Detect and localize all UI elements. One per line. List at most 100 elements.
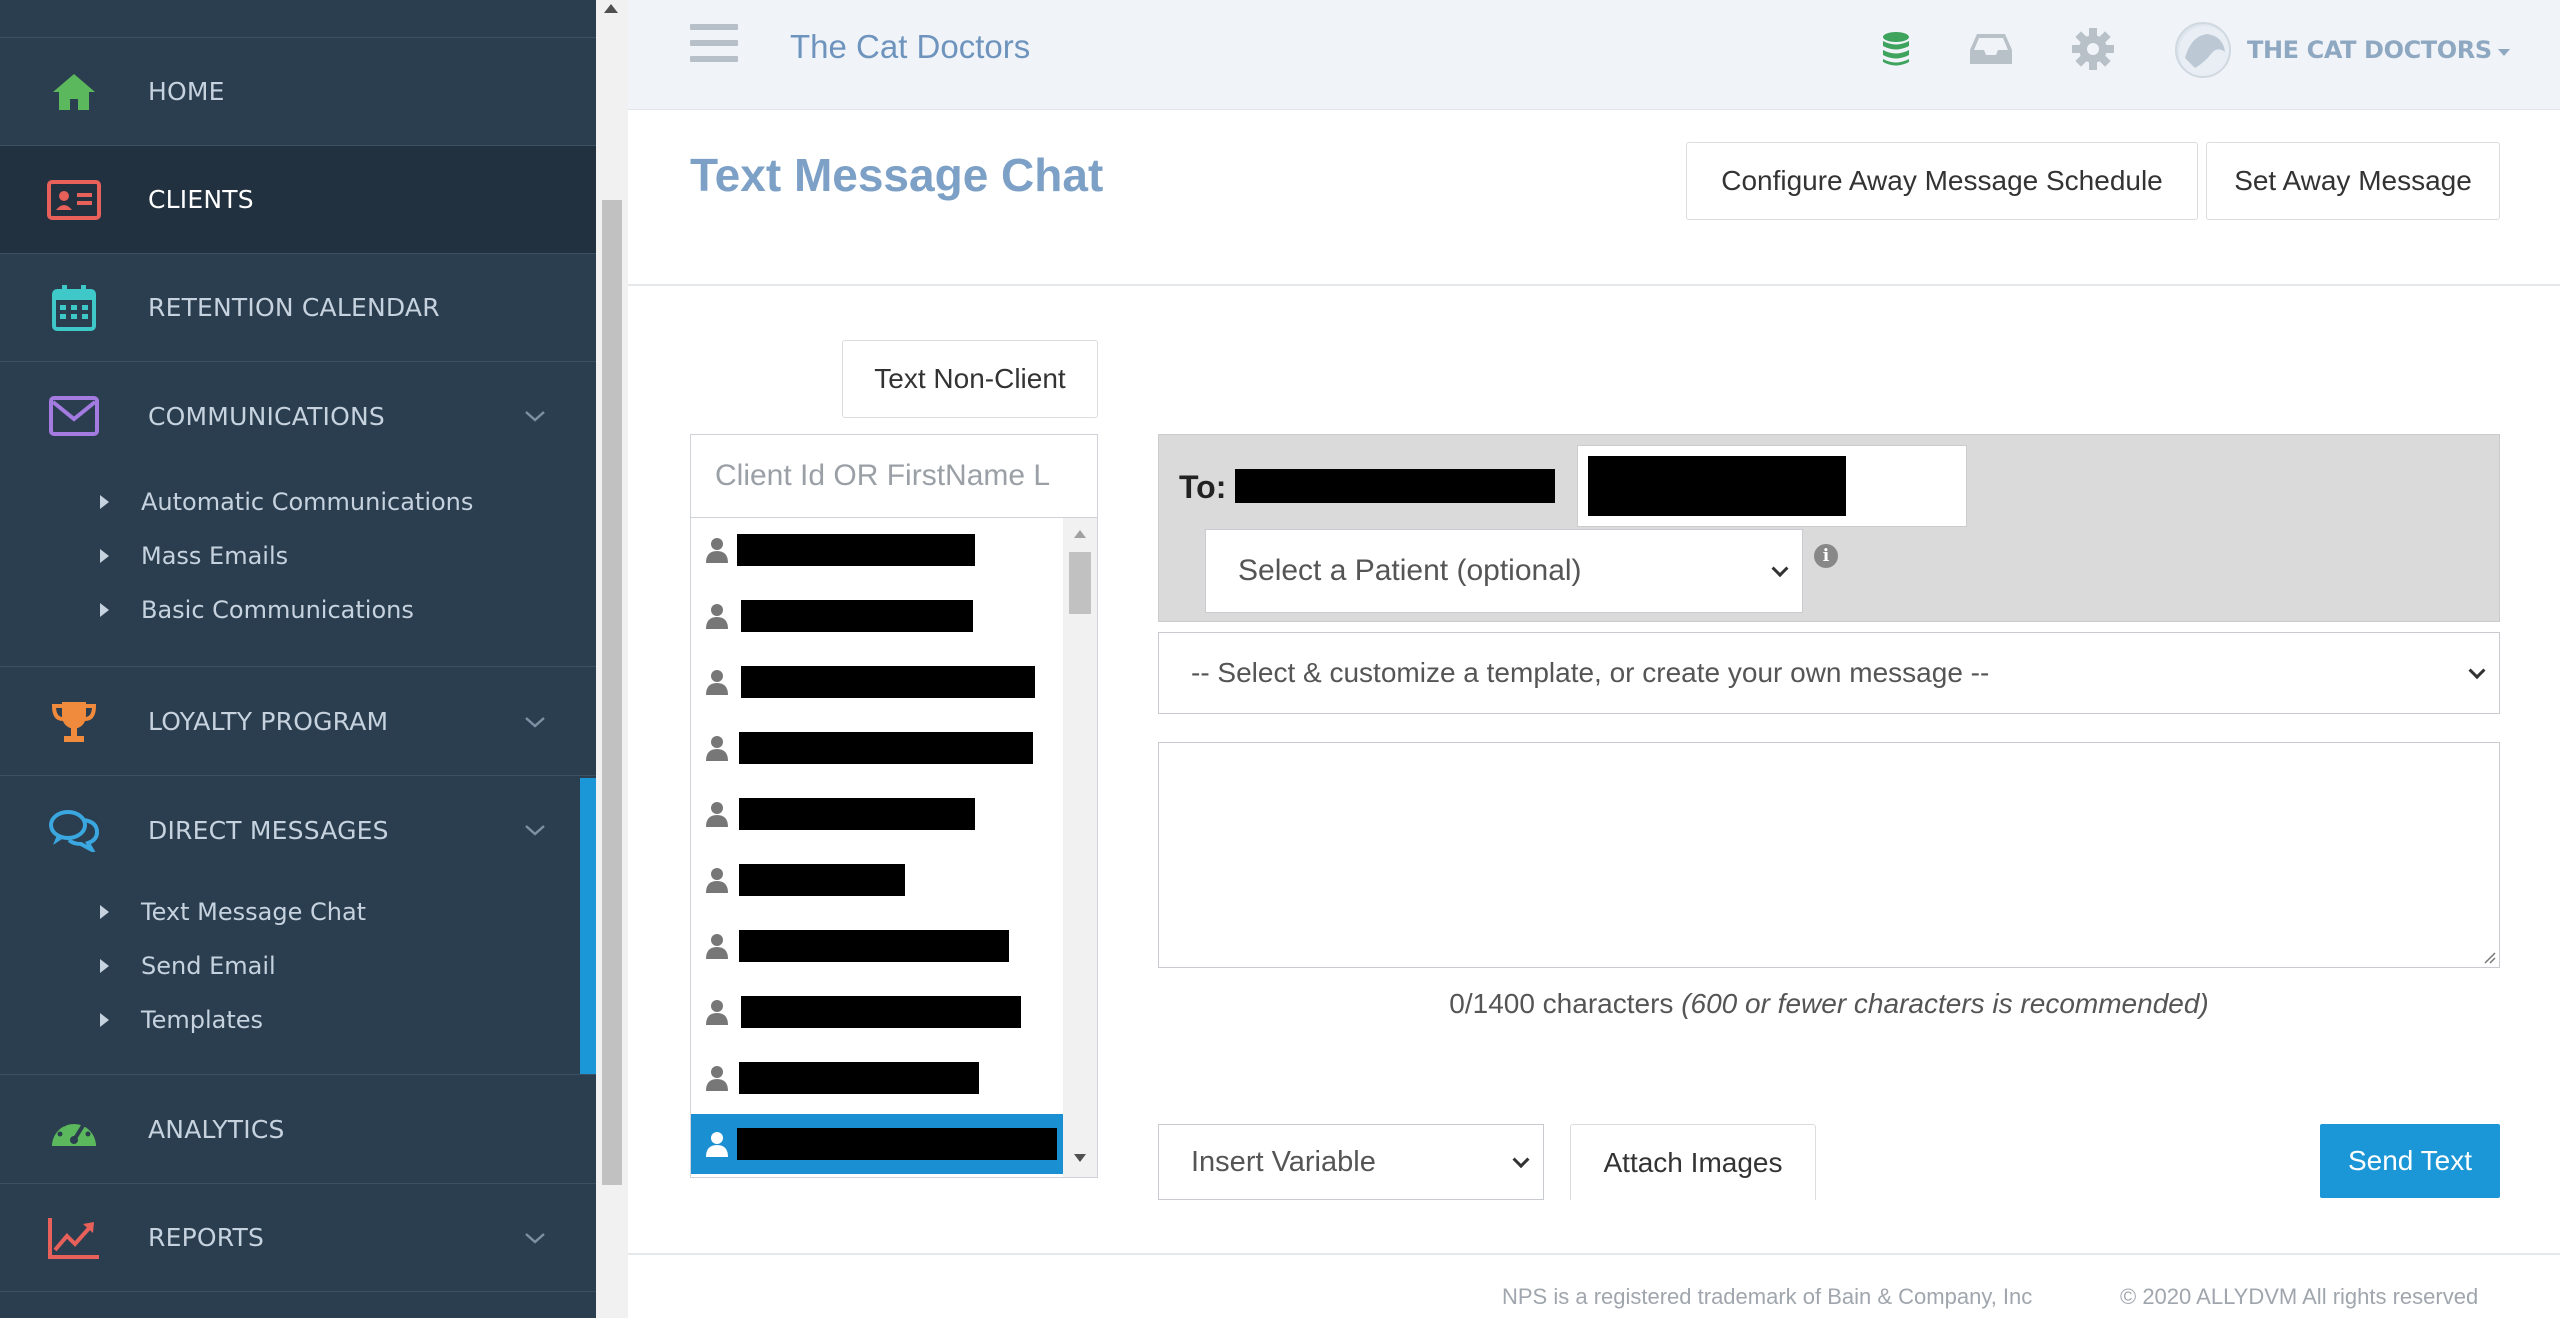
section-divider (628, 284, 2560, 286)
redacted-client-name (741, 666, 1035, 698)
sidebar-subitem-send-email[interactable]: Send Email (100, 946, 276, 986)
envelope-icon (46, 388, 102, 444)
client-list-item[interactable] (691, 718, 1063, 778)
redacted-client-name (739, 798, 975, 830)
sidebar-subitem-templates[interactable]: Templates (100, 1000, 263, 1040)
redacted-client-name (737, 534, 975, 566)
top-header: The Cat Doctors THE CAT DOCTORS (628, 0, 2560, 110)
sidebar-divider (0, 666, 596, 667)
sidebar-item-home[interactable]: HOME (0, 38, 596, 146)
scrollbar-thumb[interactable] (602, 200, 622, 1185)
client-list-item[interactable] (691, 850, 1063, 910)
sidebar-item-communications[interactable]: COMMUNICATIONS (0, 362, 596, 470)
avatar[interactable] (2175, 22, 2231, 78)
caret-right-icon (100, 905, 109, 919)
sidebar-item-clients[interactable]: CLIENTS (0, 146, 596, 254)
patient-select[interactable]: Select a Patient (optional) (1205, 529, 1803, 613)
user-icon (705, 998, 729, 1026)
client-list-item[interactable] (691, 1048, 1063, 1108)
template-select-value: -- Select & customize a template, or cre… (1191, 657, 1990, 688)
configure-away-message-schedule-button[interactable]: Configure Away Message Schedule (1686, 142, 2198, 220)
user-icon (705, 866, 729, 894)
user-icon (705, 1064, 729, 1092)
scroll-down-arrow-icon[interactable] (1074, 1154, 1086, 1162)
sidebar-item-label: REPORTS (148, 1223, 265, 1252)
sidebar-item-label: HOME (148, 77, 225, 106)
sidebar-subitem-mass-emails[interactable]: Mass Emails (100, 536, 288, 576)
redacted-phone (1588, 456, 1846, 516)
sidebar-item-loyalty-program[interactable]: LOYALTY PROGRAM (0, 668, 596, 776)
chevron-down-icon[interactable] (524, 714, 546, 733)
text-non-client-button[interactable]: Text Non-Client (842, 340, 1098, 418)
template-select[interactable]: -- Select & customize a template, or cre… (1158, 632, 2500, 714)
char-count-value: 0/1400 characters (1449, 988, 1674, 1019)
sidebar-divider (0, 1074, 596, 1075)
redacted-client-name (739, 732, 1033, 764)
gear-icon[interactable] (2068, 24, 2118, 74)
caret-right-icon (100, 549, 109, 563)
resize-grip-icon[interactable] (2482, 950, 2496, 964)
sidebar-subitem-label: Send Email (141, 952, 276, 980)
info-icon[interactable]: i (1814, 544, 1838, 568)
sidebar-subitem-automatic-communications[interactable]: Automatic Communications (100, 482, 473, 522)
character-counter: 0/1400 characters (600 or fewer characte… (1158, 988, 2500, 1020)
footer-divider (628, 1253, 2560, 1255)
app-title[interactable]: The Cat Doctors (790, 28, 1030, 66)
send-text-button[interactable]: Send Text (2320, 1124, 2500, 1198)
client-list[interactable] (690, 518, 1098, 1178)
sidebar-item-analytics[interactable]: ANALYTICS (0, 1076, 596, 1184)
client-list-item[interactable] (691, 652, 1063, 712)
sidebar-subitem-label: Text Message Chat (141, 898, 367, 926)
scroll-up-arrow-icon[interactable] (1074, 530, 1086, 538)
message-textarea[interactable] (1158, 742, 2500, 968)
caret-right-icon (100, 1013, 109, 1027)
redacted-client-name (739, 1062, 979, 1094)
client-list-item[interactable] (691, 982, 1063, 1042)
scroll-up-arrow-icon[interactable] (604, 4, 618, 13)
sidebar-subitem-label: Automatic Communications (141, 488, 474, 516)
insert-variable-select[interactable]: Insert Variable (1158, 1124, 1544, 1200)
attach-images-button[interactable]: Attach Images (1570, 1124, 1816, 1200)
sidebar-item-direct-messages[interactable]: DIRECT MESSAGES (0, 776, 596, 884)
recipient-phone-field[interactable] (1577, 445, 1967, 527)
sidebar-item-reports[interactable]: REPORTS (0, 1184, 596, 1292)
scrollbar-thumb[interactable] (1069, 552, 1091, 614)
chevron-down-icon[interactable] (524, 408, 546, 427)
sidebar-item-label: RETENTION CALENDAR (148, 293, 440, 322)
client-search-input[interactable] (690, 434, 1098, 518)
inbox-icon[interactable] (1966, 24, 2016, 74)
user-icon (705, 800, 729, 828)
client-list-item[interactable] (691, 520, 1063, 580)
client-list-item[interactable] (691, 784, 1063, 844)
sidebar-item-retention-calendar[interactable]: RETENTION CALENDAR (0, 254, 596, 362)
client-list-item[interactable] (691, 1114, 1063, 1174)
caret-down-icon[interactable] (2497, 48, 2510, 56)
chevron-down-icon[interactable] (524, 822, 546, 841)
footer-nps-notice: NPS is a registered trademark of Bain & … (1502, 1284, 2033, 1309)
sidebar-item-label: DIRECT MESSAGES (148, 815, 389, 845)
trophy-icon (46, 694, 102, 750)
user-icon (705, 602, 729, 630)
account-menu[interactable]: THE CAT DOCTORS (2175, 18, 2510, 82)
sidebar-subitem-label: Templates (141, 1006, 264, 1034)
redacted-client-name (741, 996, 1021, 1028)
page-scrollbar[interactable] (596, 0, 628, 1318)
client-list-item[interactable] (691, 586, 1063, 646)
account-label[interactable]: THE CAT DOCTORS (2247, 36, 2492, 64)
active-section-indicator (580, 778, 596, 1074)
sidebar-subitem-text-message-chat[interactable]: Text Message Chat (100, 892, 366, 932)
chevron-down-icon[interactable] (524, 1230, 546, 1249)
client-list-item[interactable] (691, 916, 1063, 976)
caret-right-icon (100, 603, 109, 617)
sidebar-item-label: CLIENTS (148, 185, 254, 214)
patient-select-value: Select a Patient (optional) (1238, 554, 1582, 587)
user-icon (705, 734, 729, 762)
recipient-panel: To: Select a Patient (optional) (1158, 434, 2500, 622)
database-icon[interactable] (1871, 24, 1921, 74)
client-list-scrollbar[interactable] (1063, 518, 1097, 1177)
to-label: To: (1179, 469, 1227, 505)
set-away-message-button[interactable]: Set Away Message (2206, 142, 2500, 220)
sidebar-subitem-basic-communications[interactable]: Basic Communications (100, 590, 414, 630)
hamburger-menu-icon[interactable] (690, 24, 738, 64)
footer-copyright: © 2020 ALLYDVM All rights reserved (2120, 1284, 2479, 1309)
